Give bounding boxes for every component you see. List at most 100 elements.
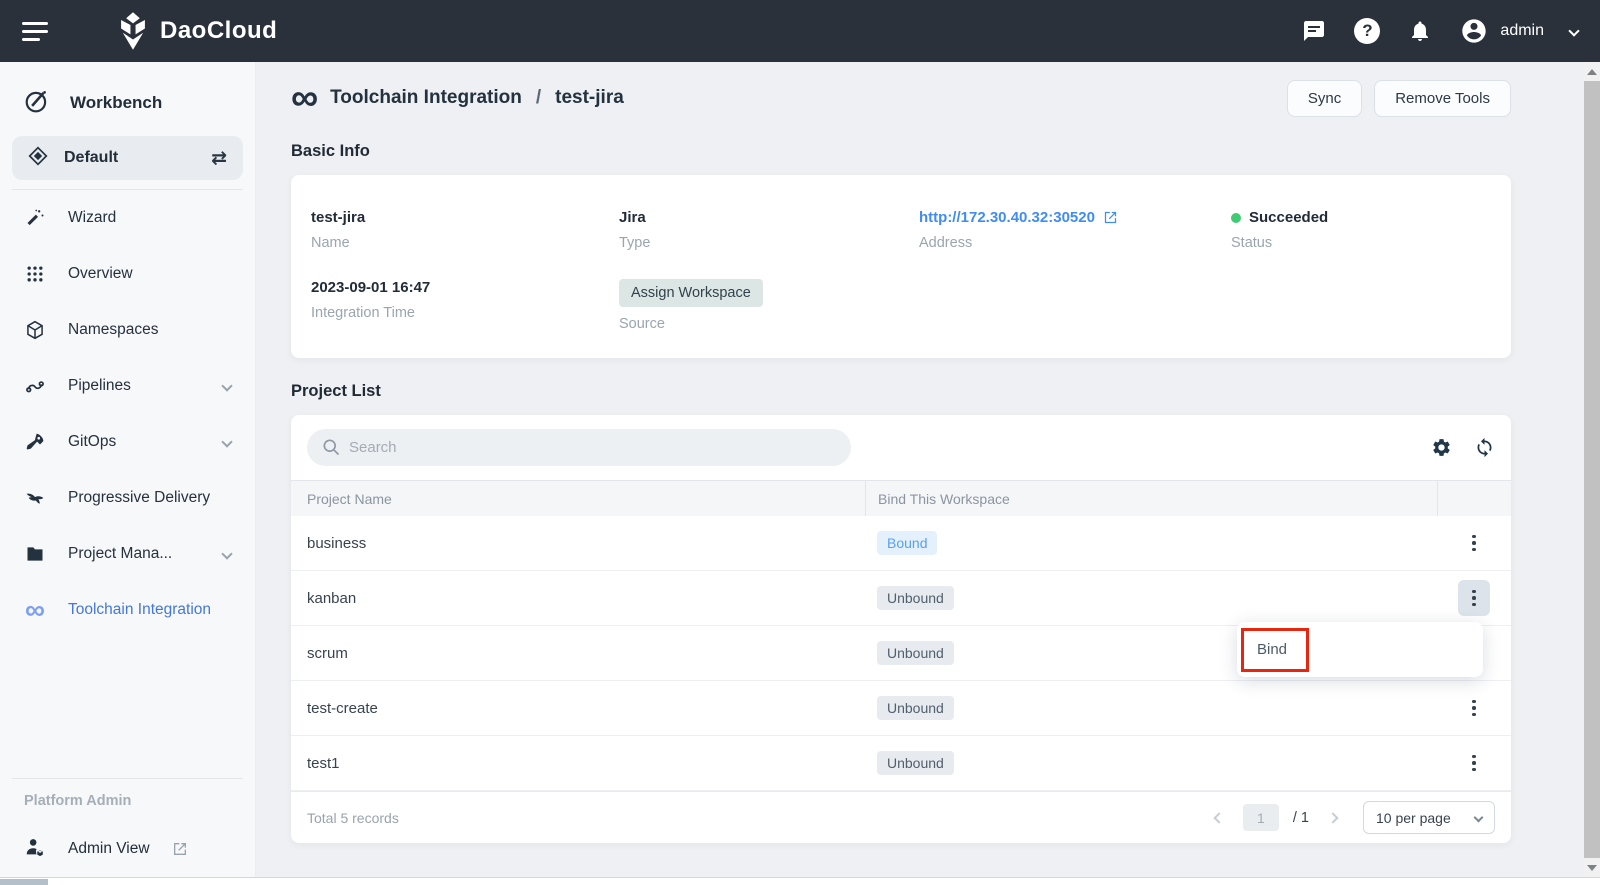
breadcrumb-current: test-jira (555, 87, 624, 109)
sidebar-item-wizard[interactable]: Wizard (0, 190, 255, 246)
row-actions-kebab-icon[interactable] (1458, 745, 1490, 781)
table-footer: Total 5 records 1 / 1 10 per page (291, 791, 1511, 843)
brand-name: DaoCloud (160, 17, 277, 45)
column-header-actions (1437, 481, 1511, 516)
namespaces-cube-icon (24, 320, 46, 340)
horizontal-scrollbar[interactable] (0, 877, 1600, 885)
field-address-label: Address (919, 235, 1231, 251)
workspace-selector[interactable]: Default ⇄ (12, 136, 243, 180)
search-icon (321, 437, 341, 462)
notifications-bell-icon[interactable] (1406, 17, 1434, 45)
previous-page-button[interactable] (1209, 808, 1229, 828)
sidebar-item-label: Project Mana... (68, 545, 172, 563)
user-avatar[interactable] (1460, 17, 1488, 45)
table-row: test1 Unbound (291, 736, 1511, 791)
overview-grid-icon (24, 264, 46, 284)
message-icon[interactable] (1300, 17, 1328, 45)
workbench-label: Workbench (70, 93, 162, 113)
external-link-icon[interactable] (1103, 210, 1118, 225)
toolchain-infinity-icon: ∞ (291, 83, 318, 113)
sidebar-item-label: Pipelines (68, 377, 131, 395)
row-actions-kebab-icon-active[interactable] (1458, 580, 1490, 616)
field-status-label: Status (1231, 235, 1491, 251)
chevron-down-icon[interactable] (221, 380, 232, 391)
address-link[interactable]: http://172.30.40.32:30520 (919, 209, 1095, 226)
chevron-down-icon[interactable] (221, 548, 232, 559)
total-pages-label: / 1 (1293, 810, 1309, 826)
row-context-menu: Bind (1237, 622, 1483, 677)
vertical-scrollbar-thumb[interactable] (1584, 81, 1600, 858)
horizontal-scrollbar-thumb[interactable] (0, 879, 48, 885)
sidebar-item-pipelines[interactable]: Pipelines (0, 358, 255, 414)
bind-status-badge: Unbound (877, 586, 954, 610)
sidebar-item-label: Progressive Delivery (68, 489, 210, 507)
sidebar-item-label: Namespaces (68, 321, 158, 339)
next-page-button[interactable] (1323, 808, 1343, 828)
field-type-label: Type (619, 235, 919, 251)
sidebar-item-namespaces[interactable]: Namespaces (0, 302, 255, 358)
field-source-label: Source (619, 316, 919, 332)
admin-view-label: Admin View (68, 840, 150, 858)
vertical-scrollbar[interactable] (1584, 62, 1600, 877)
project-list-title: Project List (291, 382, 1511, 401)
sync-button[interactable]: Sync (1287, 80, 1362, 117)
sidebar-item-progressive-delivery[interactable]: Progressive Delivery (0, 470, 255, 526)
project-name-cell: test-create (291, 700, 865, 717)
field-name-value: test-jira (311, 209, 619, 226)
sidebar-item-project-management[interactable]: Project Mana... (0, 526, 255, 582)
column-header-project-name: Project Name (291, 491, 865, 507)
refresh-icon[interactable] (1474, 437, 1495, 458)
current-page-input[interactable]: 1 (1243, 804, 1279, 831)
user-menu-chevron-icon[interactable] (1568, 25, 1579, 36)
pipelines-icon (24, 376, 46, 396)
sidebar-item-label: Overview (68, 265, 133, 283)
sidebar-item-overview[interactable]: Overview (0, 246, 255, 302)
total-records-label: Total 5 records (307, 810, 399, 826)
table-row: test-create Unbound (291, 681, 1511, 736)
help-icon[interactable]: ? (1354, 18, 1380, 44)
sidebar-item-label: Toolchain Integration (68, 601, 211, 619)
chevron-down-icon[interactable] (221, 436, 232, 447)
workspace-icon (28, 146, 48, 171)
sidebar-item-label: GitOps (68, 433, 116, 451)
project-name-cell: business (291, 535, 865, 552)
scroll-down-arrow[interactable] (1584, 858, 1600, 877)
project-name-cell: kanban (291, 590, 865, 607)
top-bar: DaoCloud ? admin (0, 0, 1600, 62)
basic-info-title: Basic Info (291, 142, 1511, 161)
table-row: business Bound (291, 516, 1511, 571)
workbench-icon (24, 88, 50, 119)
sidebar-item-admin-view[interactable]: Admin View (0, 821, 255, 877)
remove-tools-button[interactable]: Remove Tools (1374, 80, 1511, 117)
bind-status-badge: Unbound (877, 696, 954, 720)
project-name-cell: scrum (291, 645, 865, 662)
page-size-value: 10 per page (1376, 810, 1451, 826)
gitops-rocket-icon (24, 432, 46, 452)
sidebar-item-gitops[interactable]: GitOps (0, 414, 255, 470)
sidebar-item-toolchain-integration[interactable]: ∞ Toolchain Integration (0, 582, 255, 638)
breadcrumb: ∞ Toolchain Integration / test-jira (291, 83, 624, 113)
row-actions-kebab-icon[interactable] (1458, 690, 1490, 726)
bind-status-badge: Bound (877, 531, 937, 555)
row-actions-kebab-icon[interactable] (1458, 525, 1490, 561)
bind-menu-item[interactable]: Bind (1257, 641, 1287, 658)
scroll-up-arrow[interactable] (1584, 62, 1600, 81)
admin-user-icon (24, 836, 46, 863)
project-name-cell: test1 (291, 755, 865, 772)
breadcrumb-parent[interactable]: Toolchain Integration (330, 87, 522, 109)
source-badge: Assign Workspace (619, 279, 763, 307)
switch-workspace-icon[interactable]: ⇄ (211, 147, 227, 170)
status-success-dot (1231, 213, 1241, 223)
page-size-select[interactable]: 10 per page (1363, 801, 1495, 834)
hamburger-menu-icon[interactable] (22, 22, 48, 41)
bind-status-badge: Unbound (877, 641, 954, 665)
sidebar-item-label: Wizard (68, 209, 116, 227)
table-header: Project Name Bind This Workspace (291, 480, 1511, 516)
platform-admin-section-label: Platform Admin (0, 779, 255, 809)
field-name: test-jira Name (311, 209, 619, 251)
workspace-name: Default (64, 149, 118, 167)
sidebar-item-workbench[interactable]: Workbench (0, 80, 255, 126)
settings-gear-icon[interactable] (1431, 437, 1452, 458)
search-input[interactable] (307, 429, 851, 466)
field-source: Assign Workspace Source (619, 279, 919, 332)
